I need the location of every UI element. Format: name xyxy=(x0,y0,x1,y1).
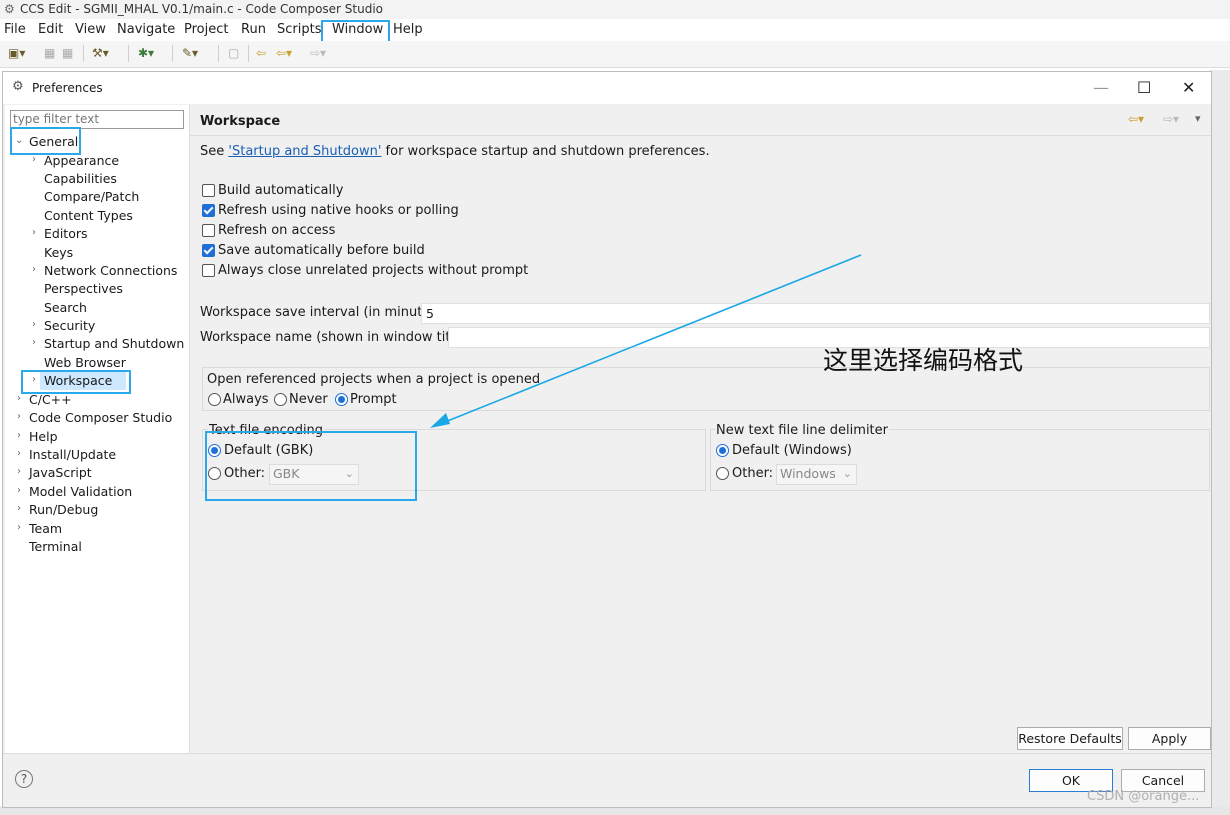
watermark: CSDN @orange... xyxy=(1087,789,1200,804)
arrow-head xyxy=(430,413,450,428)
arrow-line xyxy=(439,254,862,425)
annotation-arrow xyxy=(430,254,862,428)
annotation-text: 这里选择编码格式 xyxy=(823,346,1024,375)
